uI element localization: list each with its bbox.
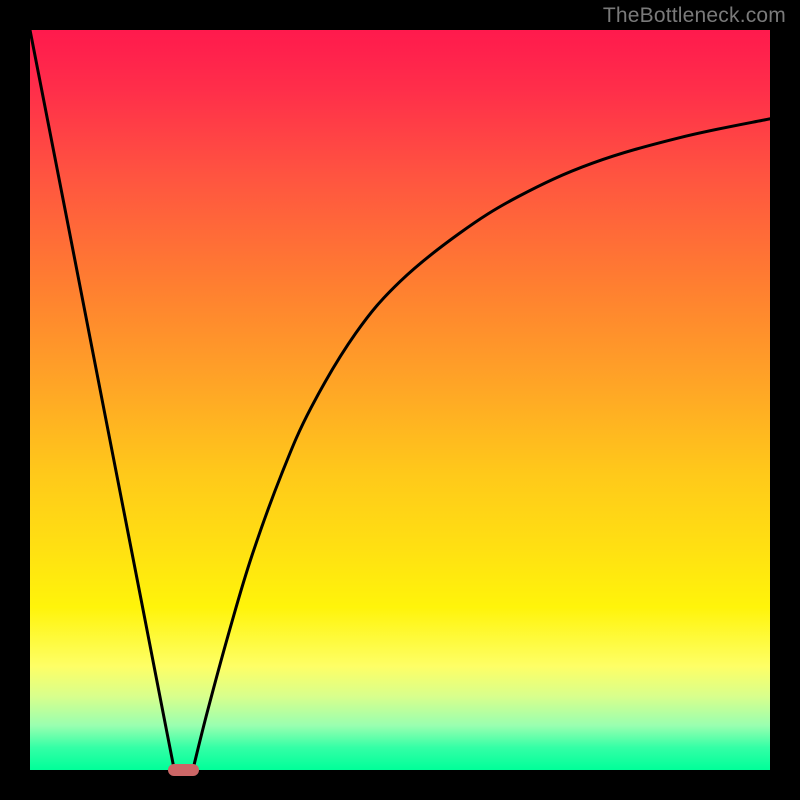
- plot-area: [30, 30, 770, 770]
- chart-container: TheBottleneck.com: [0, 0, 800, 800]
- watermark-text: TheBottleneck.com: [603, 4, 786, 28]
- curve-svg: [30, 30, 770, 770]
- curve-left-branch: [30, 30, 174, 770]
- curve-right-branch: [193, 119, 770, 770]
- bottleneck-marker: [168, 764, 199, 777]
